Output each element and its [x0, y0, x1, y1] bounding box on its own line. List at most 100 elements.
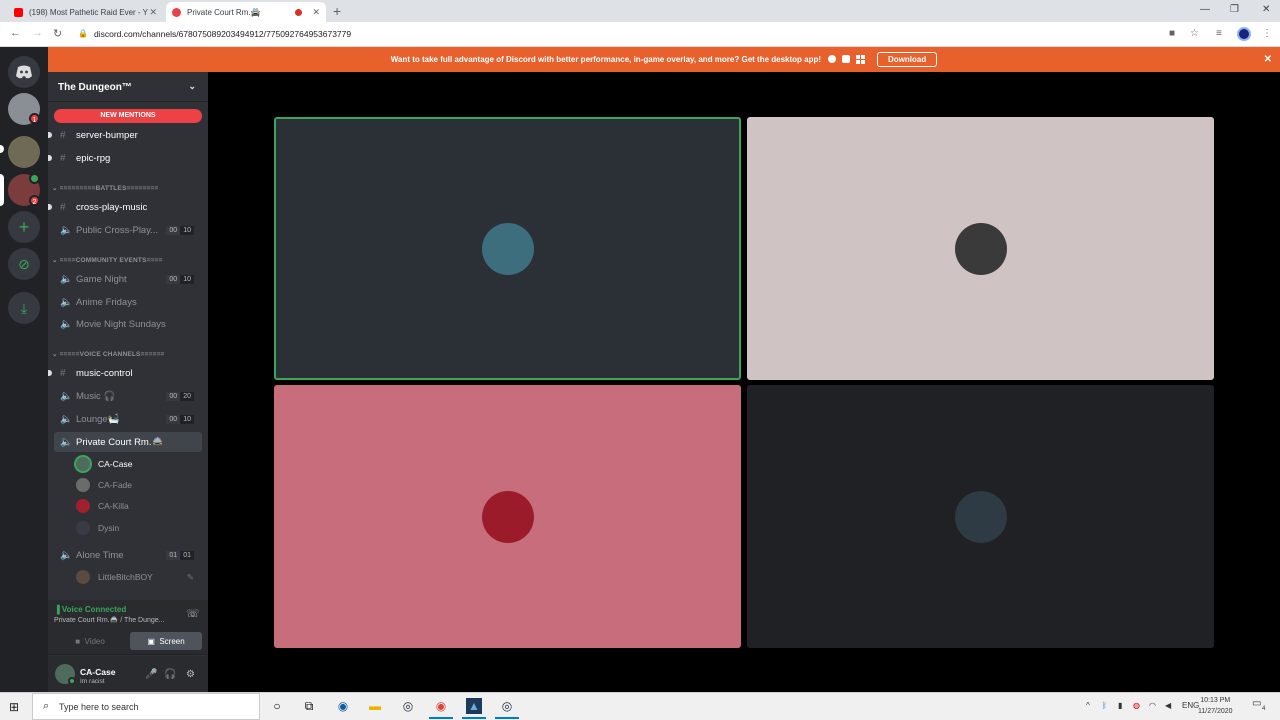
url-field[interactable]: discord.com/channels/678075089203494912/… — [94, 29, 351, 39]
video-tile[interactable] — [747, 385, 1214, 648]
close-tab-icon[interactable]: ✕ — [149, 7, 157, 18]
user-limit-badge: 00 10 — [166, 274, 194, 284]
participant-avatar — [954, 222, 1007, 275]
voice-channel-public-cross-play[interactable]: 🔈 Public Cross-Play... 00 10 — [54, 220, 202, 240]
forward-icon[interactable]: → — [32, 27, 43, 39]
chevron-up-icon[interactable]: ^ — [1086, 701, 1090, 710]
clock[interactable]: 10:13 PM 11/27/2020 — [1198, 695, 1233, 717]
bluetooth-icon[interactable]: ᛒ — [1102, 701, 1107, 710]
network-icon[interactable]: ◠ — [1149, 701, 1156, 710]
app-icon[interactable]: ▲ — [466, 698, 482, 714]
hash-icon: # — [60, 367, 66, 379]
close-banner-icon[interactable]: ✕ — [1264, 54, 1272, 65]
screen-share-button[interactable]: ▣ Screen — [130, 632, 202, 650]
channel-server-bumper[interactable]: # server-bumper — [54, 125, 202, 145]
profile-avatar[interactable] — [1237, 27, 1251, 41]
camera-icon[interactable]: ■ — [1169, 28, 1175, 39]
microphone-icon[interactable]: 🎤 — [145, 669, 157, 680]
close-window-button[interactable]: ✕ — [1262, 4, 1270, 15]
language-indicator[interactable]: ENG — [1182, 701, 1199, 710]
voice-channel-music[interactable]: 🔈 Music 🎧 00 20 — [54, 386, 202, 406]
notification-icon[interactable]: ▭ — [1252, 698, 1261, 709]
browser-tab-youtube[interactable]: (198) Most Pathetic Raid Ever - Y ✕ — [8, 2, 163, 22]
lock-icon[interactable]: 🔒 — [78, 29, 88, 38]
voice-channel-alone-time[interactable]: 🔈 Alone Time 01 01 — [54, 545, 202, 565]
steam-icon[interactable]: ◎ — [400, 698, 416, 714]
task-view-icon[interactable]: ⧉ — [301, 698, 317, 714]
close-tab-icon[interactable]: ✕ — [312, 7, 320, 18]
voice-channel-game-night[interactable]: 🔈 Game Night 00 10 — [54, 269, 202, 289]
download-button[interactable]: Download — [877, 52, 938, 67]
microphone-tray-icon[interactable]: ▮ — [1118, 701, 1122, 710]
channel-epic-rpg[interactable]: # epic-rpg — [54, 148, 202, 168]
speaker-icon: 🔈 — [60, 413, 73, 425]
voice-channel-lounge[interactable]: 🔈 Lounge🛀 00 10 — [54, 409, 202, 429]
back-icon[interactable]: ← — [10, 27, 21, 39]
channel-music-control[interactable]: # music-control — [54, 363, 202, 383]
video-tile[interactable] — [747, 117, 1214, 380]
discord-home-button[interactable] — [8, 56, 40, 88]
add-server-button[interactable]: + — [8, 211, 40, 243]
maximize-button[interactable]: ❐ — [1230, 4, 1239, 15]
steam-icon[interactable]: ◎ — [499, 698, 515, 714]
member-name: CA-Case — [98, 459, 133, 469]
hash-icon: # — [60, 152, 66, 164]
video-tile-speaking[interactable] — [274, 117, 741, 380]
windows-start-icon[interactable]: ⊞ — [9, 700, 19, 714]
voice-channel-anime-fridays[interactable]: 🔈 Anime Fridays — [54, 292, 202, 312]
category-battles[interactable]: ⌄ =========BATTLES======== — [52, 184, 158, 192]
disconnect-icon[interactable]: ☏ — [186, 607, 200, 620]
bookmark-star-icon[interactable]: ☆ — [1190, 28, 1199, 39]
cortana-icon[interactable]: ○ — [269, 698, 285, 714]
headphones-icon[interactable]: 🎧 — [164, 669, 176, 680]
desktop-app-banner: Want to take full advantage of Discord w… — [48, 47, 1280, 72]
mention-badge: 1 — [29, 113, 40, 124]
voice-channel-private-court-rm[interactable]: 🔈 Private Court Rm.🚔 — [54, 432, 202, 452]
guild-header[interactable]: The Dungeon™ ⌄ — [48, 72, 208, 102]
channel-label: music-control — [76, 367, 133, 379]
avatar — [76, 499, 90, 513]
voice-status[interactable]: ▐ Voice Connected — [54, 605, 126, 614]
custom-status: Im racist — [80, 678, 105, 685]
gear-icon[interactable]: ⚙ — [186, 669, 195, 680]
voice-member[interactable]: CA-Fade — [76, 476, 132, 494]
media-queue-icon[interactable]: ≡ — [1216, 28, 1222, 39]
voice-channel-movie-night-sundays[interactable]: 🔈 Movie Night Sundays — [54, 314, 202, 334]
volume-icon[interactable]: ◀ — [1165, 701, 1171, 710]
speaker-icon: 🔈 — [60, 436, 73, 448]
voice-channel-link[interactable]: Private Court Rm.🚔 / The Dunge... — [54, 616, 165, 624]
hash-icon: # — [60, 129, 66, 141]
chrome-icon[interactable]: ◉ — [433, 698, 449, 714]
category-voice-channels[interactable]: ⌄ =====VOICE CHANNELS====== — [52, 350, 165, 358]
category-community-events[interactable]: ⌄ ====COMMUNITY EVENTS==== — [52, 256, 163, 264]
voice-member[interactable]: CA-Killa — [76, 497, 129, 515]
video-camera-icon: ■ — [75, 636, 85, 646]
new-tab-button[interactable]: + — [333, 3, 341, 19]
server-icon[interactable] — [8, 136, 40, 168]
user-limit-badge: 00 10 — [166, 414, 194, 424]
explore-servers-button[interactable]: ⊘ — [8, 248, 40, 280]
voice-member[interactable]: CA-Case — [76, 455, 132, 473]
voice-member[interactable]: LittleBitchBOY ✎ — [76, 568, 202, 586]
menu-dots-icon[interactable]: ⋮ — [1262, 28, 1272, 39]
video-tile[interactable] — [274, 385, 741, 648]
download-apps-button[interactable]: ⤓ — [8, 292, 40, 324]
tab-title: (198) Most Pathetic Raid Ever - Y — [29, 7, 149, 17]
taskbar-search[interactable]: ⌕ Type here to search — [32, 693, 260, 720]
user-limit: 10 — [180, 414, 194, 424]
browser-tab-discord[interactable]: Private Court Rm.🚔 ✕ — [166, 2, 326, 22]
voice-member[interactable]: Dysin — [76, 519, 119, 537]
video-button[interactable]: ■ Video — [54, 632, 126, 650]
user-limit: 10 — [180, 274, 194, 284]
youtube-icon — [14, 7, 23, 17]
channel-label: Movie Night Sundays — [76, 318, 166, 330]
channel-cross-play-music[interactable]: # cross-play-music — [54, 197, 202, 217]
edge-icon[interactable]: ◉ — [335, 698, 351, 714]
antivirus-icon[interactable]: ◍ — [1133, 701, 1140, 710]
user-count: 01 — [166, 550, 181, 560]
minimize-button[interactable]: — — [1200, 4, 1210, 15]
file-explorer-icon[interactable]: ▬ — [367, 698, 383, 714]
user-limit-badge: 00 10 — [166, 225, 194, 235]
new-mentions-bar[interactable]: NEW MENTIONS — [54, 109, 202, 123]
reload-icon[interactable]: ↻ — [53, 27, 62, 40]
